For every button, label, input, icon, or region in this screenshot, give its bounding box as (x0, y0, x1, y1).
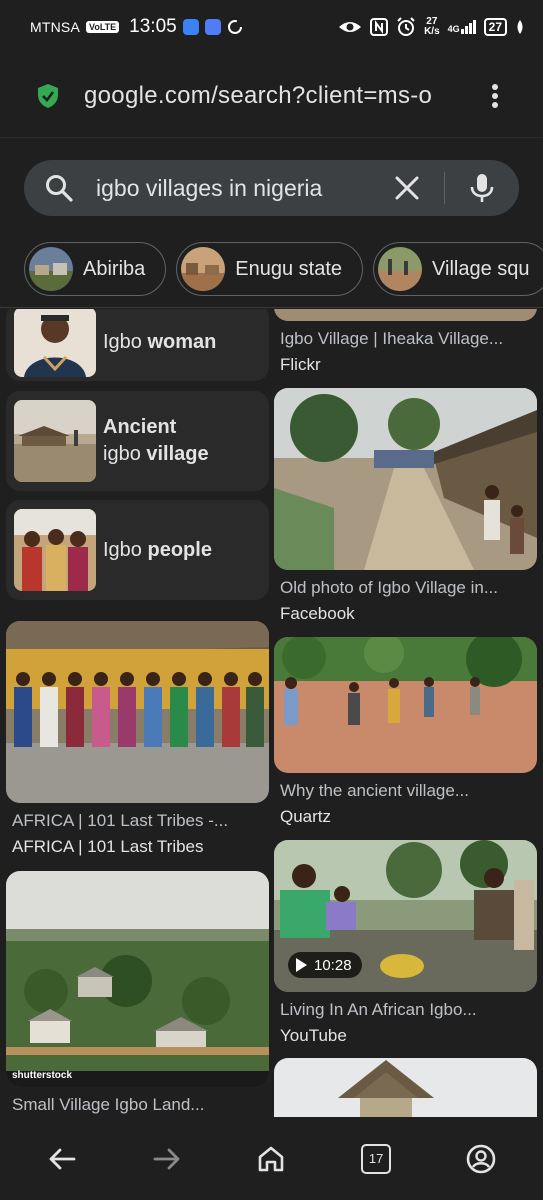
related-search-ancient-igbo-village[interactable]: Ancient igbo village (6, 391, 269, 491)
image-results: Igbo woman Ancient igbo village Igbo peop… (0, 309, 543, 1117)
chip-thumbnail (29, 247, 73, 291)
shield-app-icon (182, 19, 199, 35)
chip-thumbnail (181, 247, 226, 291)
related-search-igbo-woman[interactable]: Igbo woman (6, 309, 269, 381)
url-text[interactable]: google.com/search?client=ms-o (84, 82, 456, 110)
result-image (6, 621, 269, 803)
search-area: igbo villages in nigeria Abiriba Enugu s… (0, 138, 543, 308)
related-chips: Abiriba Enugu state Village squ (24, 242, 543, 296)
net-speed: 27 K/s (424, 17, 440, 37)
result-source: Flickr (280, 355, 321, 374)
image-result-card[interactable] (274, 1058, 537, 1117)
net-speed-unit: K/s (424, 26, 440, 37)
image-result-card[interactable]: Igbo Village | Iheaka Village... Flickr (274, 309, 537, 375)
url-bar: google.com/search?client=ms-o (0, 54, 543, 138)
chip-thumbnail (378, 247, 423, 291)
forward-button[interactable] (137, 1129, 197, 1189)
related-thumbnail (14, 400, 96, 482)
result-image: shutterstock (6, 871, 269, 1087)
result-source: Facebook (280, 604, 355, 623)
clock: 13:05 (129, 16, 177, 37)
related-label: Ancient igbo village (103, 416, 209, 465)
result-title: Small Village Igbo Land... (12, 1095, 205, 1114)
close-icon[interactable] (394, 175, 420, 201)
search-box[interactable]: igbo villages in nigeria (24, 160, 519, 216)
search-icon[interactable] (44, 173, 74, 203)
watermark: shutterstock (12, 1070, 73, 1081)
play-icon (296, 958, 307, 972)
status-bar: MTNSA VoLTE 13:05 27 K/s 4G 27 (0, 0, 543, 54)
result-source: Quartz (280, 807, 332, 826)
result-title: Old photo of Igbo Village in... (280, 578, 499, 597)
related-label: Igbo woman (103, 330, 217, 353)
search-divider (444, 172, 445, 204)
nfc-icon (370, 18, 389, 36)
bottom-navigation: 17 (0, 1117, 543, 1200)
result-image (274, 309, 537, 321)
image-result-card[interactable]: AFRICA | 101 Last Tribes -... AFRICA | 1… (6, 621, 269, 857)
related-label: Igbo people (103, 538, 212, 561)
home-button[interactable] (241, 1129, 301, 1189)
signal-icon: 4G (448, 20, 476, 34)
chip-enugu-state[interactable]: Enugu state (176, 242, 364, 296)
home-icon (259, 1146, 284, 1171)
tabs-button[interactable]: 17 (346, 1129, 406, 1189)
more-vert-icon[interactable] (483, 81, 507, 111)
chip-label: Village squ (432, 257, 530, 280)
image-result-card[interactable]: Old photo of Igbo Village in... Facebook (274, 388, 537, 624)
image-result-card[interactable]: Why the ancient village... Quartz (274, 637, 537, 827)
chip-label: Abiriba (83, 257, 146, 280)
result-image (274, 1058, 537, 1117)
arrow-left-icon (49, 1148, 76, 1169)
shield-check-icon[interactable] (36, 83, 60, 109)
result-image (274, 637, 537, 773)
video-duration: 10:28 (314, 956, 352, 974)
related-search-igbo-people[interactable]: Igbo people (6, 500, 269, 600)
back-button[interactable] (32, 1129, 92, 1189)
battery-indicator: 27 (483, 18, 507, 36)
chip-village-square[interactable]: Village squ (373, 242, 543, 296)
related-thumbnail (14, 509, 96, 591)
network-type: 4G (447, 24, 460, 34)
account-circle-icon (466, 1144, 495, 1173)
result-video-thumbnail: 10:28 (274, 840, 537, 992)
result-source: AFRICA | 101 Last Tribes (12, 837, 204, 856)
eye-icon (339, 22, 362, 32)
result-title: Living In An African Igbo... (280, 1000, 477, 1019)
carrier-name: MTNSA (30, 19, 80, 35)
video-duration-badge: 10:28 (288, 952, 362, 978)
mic-icon[interactable] (469, 173, 495, 203)
related-thumbnail (14, 309, 96, 377)
leaf-icon (517, 20, 523, 34)
loading-icon (227, 20, 242, 34)
result-title: Why the ancient village... (280, 781, 469, 800)
result-title: AFRICA | 101 Last Tribes -... (12, 811, 229, 830)
result-image (274, 388, 537, 570)
image-result-card[interactable]: shutterstock Small Village Igbo Land... (6, 871, 269, 1115)
search-input[interactable]: igbo villages in nigeria (96, 175, 356, 202)
tab-count: 17 (361, 1143, 392, 1174)
account-button[interactable] (451, 1129, 511, 1189)
chip-label: Enugu state (235, 257, 343, 280)
chip-abiriba[interactable]: Abiriba (24, 242, 167, 296)
video-result-card[interactable]: 10:28 Living In An African Igbo... YouTu… (274, 840, 537, 1046)
result-title: Igbo Village | Iheaka Village... (280, 329, 504, 348)
result-source: YouTube (280, 1026, 347, 1045)
sync-app-icon (204, 19, 221, 35)
volte-badge: VoLTE (86, 21, 120, 33)
alarm-icon (397, 17, 415, 36)
arrow-right-icon (153, 1148, 180, 1169)
